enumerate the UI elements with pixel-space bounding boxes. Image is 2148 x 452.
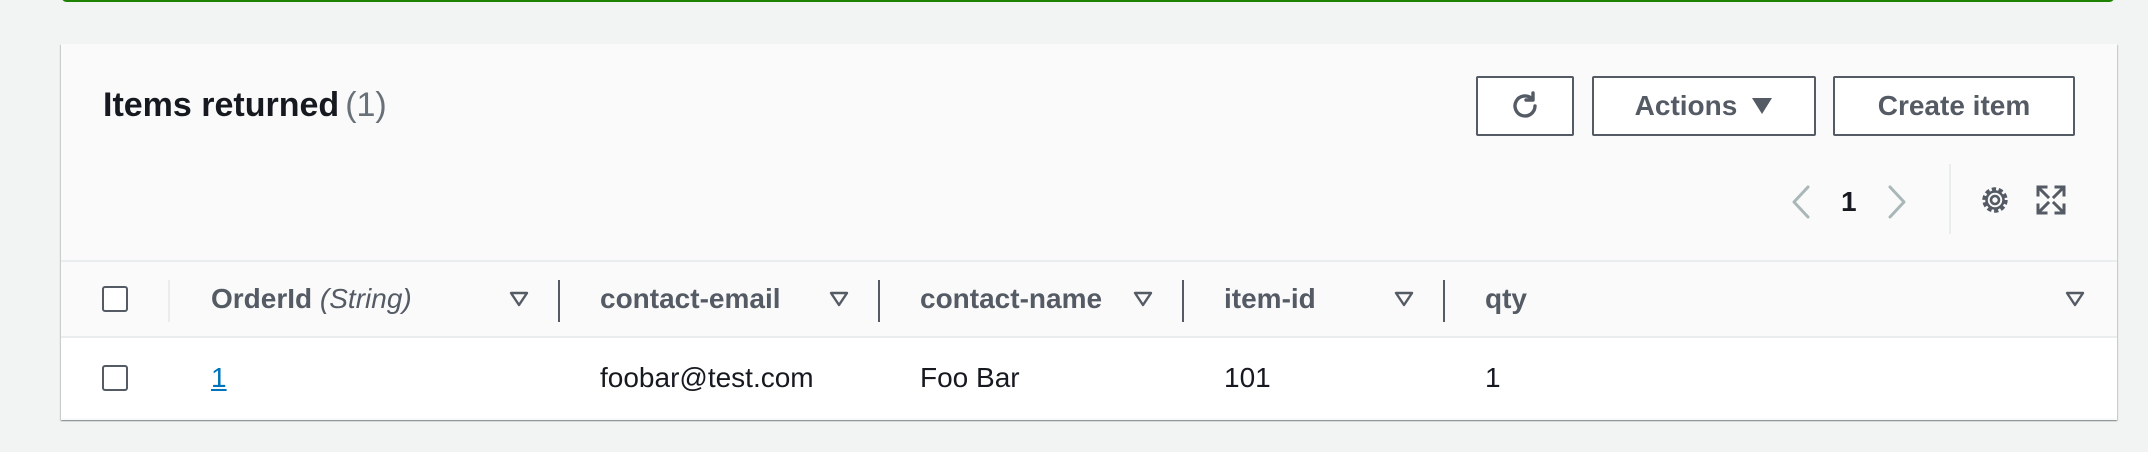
row-checkbox[interactable] bbox=[102, 365, 128, 391]
column-label-item-id: item-id bbox=[1224, 283, 1316, 314]
sort-icon[interactable] bbox=[2062, 286, 2088, 312]
chevron-right-icon[interactable] bbox=[1877, 182, 1917, 222]
items-table: OrderId (String) contact-email contact-n… bbox=[61, 260, 2117, 418]
column-label-qty: qty bbox=[1485, 283, 1527, 314]
create-item-label: Create item bbox=[1877, 90, 2031, 121]
pagination-divider bbox=[1949, 164, 1951, 234]
refresh-button[interactable] bbox=[1476, 76, 1574, 136]
expand-icon[interactable] bbox=[2029, 178, 2073, 222]
select-all-checkbox[interactable] bbox=[102, 286, 128, 312]
create-item-button[interactable]: Create item bbox=[1833, 76, 2075, 136]
chevron-left-icon[interactable] bbox=[1781, 182, 1821, 222]
cell-orderid: 1 bbox=[211, 338, 227, 418]
column-divider bbox=[168, 280, 170, 322]
cell-item-id: 101 bbox=[1224, 362, 1271, 393]
cell-contact-email: foobar@test.com bbox=[600, 362, 814, 393]
column-header-qty[interactable]: qty bbox=[1485, 262, 1527, 336]
column-header-contact-name[interactable]: contact-name bbox=[920, 262, 1102, 336]
page-number[interactable]: 1 bbox=[1841, 186, 1857, 218]
refresh-icon bbox=[1513, 91, 1537, 118]
title-text: Items returned bbox=[103, 86, 340, 124]
column-resizer[interactable] bbox=[1443, 280, 1445, 322]
table-row: 1 foobar@test.com Foo Bar 101 1 bbox=[61, 338, 2117, 418]
column-header-orderid[interactable]: OrderId (String) bbox=[211, 262, 412, 336]
column-header-item-id[interactable]: item-id bbox=[1224, 262, 1316, 336]
actions-button[interactable]: Actions bbox=[1592, 76, 1816, 136]
column-resizer[interactable] bbox=[1182, 280, 1184, 322]
table-header: OrderId (String) contact-email contact-n… bbox=[61, 260, 2117, 338]
items-panel: Items returned(1) Actions Create item 1 bbox=[61, 44, 2117, 420]
column-resizer[interactable] bbox=[878, 280, 880, 322]
column-header-contact-email[interactable]: contact-email bbox=[600, 262, 781, 336]
item-count: (1) bbox=[345, 86, 387, 124]
actions-label: Actions bbox=[1634, 90, 1738, 121]
sort-icon[interactable] bbox=[826, 286, 852, 312]
sort-icon[interactable] bbox=[506, 286, 532, 312]
column-label-contact-name: contact-name bbox=[920, 283, 1103, 314]
select-all-cell bbox=[102, 262, 128, 336]
column-resizer[interactable] bbox=[558, 280, 560, 322]
row-select-cell bbox=[102, 338, 128, 418]
pagination: 1 bbox=[1781, 172, 1917, 232]
cell-contact-name: Foo Bar bbox=[920, 362, 1020, 393]
orderid-link[interactable]: 1 bbox=[211, 362, 227, 394]
cell-qty: 1 bbox=[1485, 362, 1501, 393]
sort-icon[interactable] bbox=[1391, 286, 1417, 312]
caret-down-icon bbox=[1752, 98, 1773, 114]
column-type-orderid: (String) bbox=[319, 283, 412, 314]
page-title: Items returned (1) bbox=[103, 86, 387, 125]
success-banner-edge bbox=[61, 0, 2115, 2]
sort-icon[interactable] bbox=[1130, 286, 1156, 312]
column-label-contact-email: contact-email bbox=[600, 283, 781, 314]
gear-icon[interactable] bbox=[1973, 178, 2017, 222]
column-label-orderid: OrderId bbox=[211, 283, 313, 314]
